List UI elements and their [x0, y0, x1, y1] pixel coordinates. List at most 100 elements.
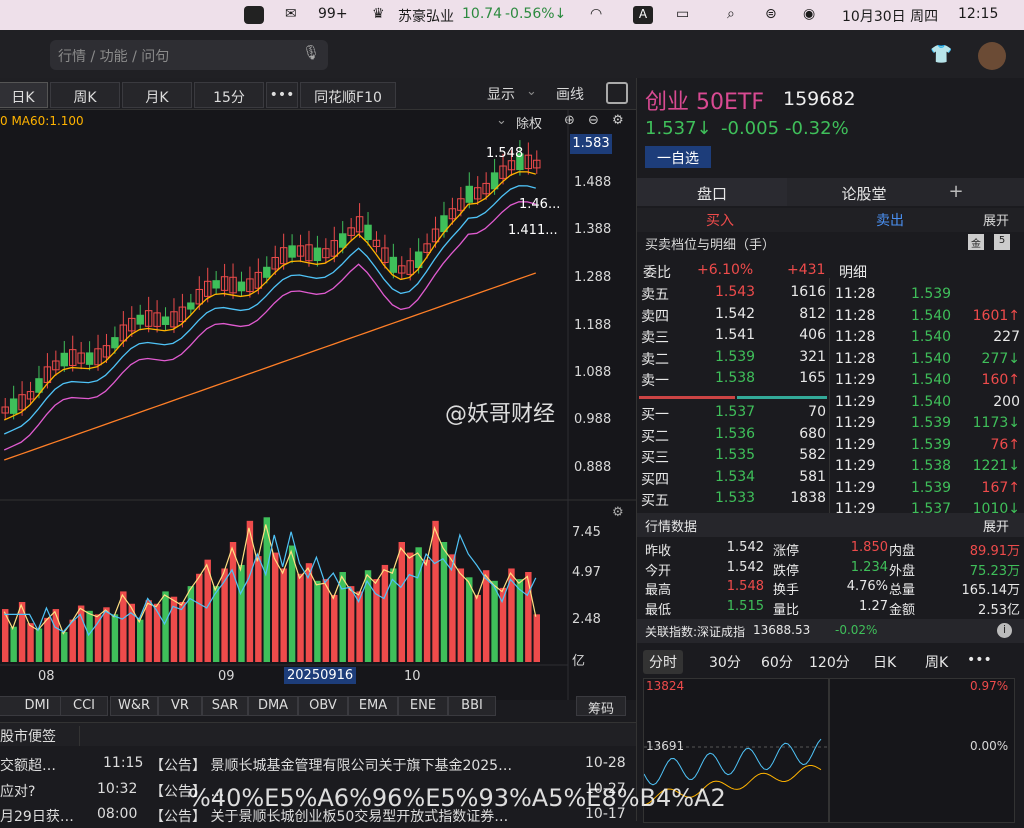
search-icon[interactable]: ⌕: [727, 6, 735, 22]
buy-button[interactable]: 买入: [637, 210, 803, 230]
ask-price: 1.543: [715, 284, 756, 300]
expand-button[interactable]: 展开: [983, 210, 1009, 229]
tab-day-k[interactable]: 日K: [0, 82, 48, 108]
panel-toggle-icon[interactable]: [606, 82, 628, 104]
volume-bar: [415, 547, 422, 662]
gold-toggle[interactable]: 金: [968, 234, 984, 250]
timeframe-tab[interactable]: 日K: [867, 650, 902, 674]
avatar[interactable]: [978, 42, 1006, 70]
bid-volume: 581: [799, 468, 826, 485]
trade-price: 1.539: [911, 286, 952, 302]
timeframe-tab[interactable]: 周K: [919, 650, 954, 674]
info-icon[interactable]: i: [997, 623, 1012, 638]
market-expand-button[interactable]: 展开: [983, 516, 1009, 535]
more-periods-button[interactable]: •••: [266, 82, 298, 108]
indicator-sar[interactable]: SAR: [202, 696, 248, 716]
display-menu[interactable]: 显示: [487, 84, 515, 104]
volume-bar: [18, 602, 26, 662]
timeframe-tab[interactable]: •••: [961, 650, 998, 670]
sell-button[interactable]: 卖出: [807, 210, 973, 230]
volume-bar: [255, 556, 262, 662]
add-watchlist-button[interactable]: 一自选: [645, 146, 711, 168]
levels-toggle[interactable]: 5: [994, 234, 1010, 250]
indicator-wr[interactable]: W&R: [110, 696, 158, 716]
add-tab-button[interactable]: +: [941, 178, 971, 206]
indicator-bbi[interactable]: BBI: [448, 696, 496, 716]
market-cell: 1.548: [726, 579, 764, 594]
chip-distribution-button[interactable]: 筹码: [576, 696, 626, 717]
current-price-tag: 1.583: [570, 134, 612, 154]
wifi-icon[interactable]: ◠: [590, 6, 602, 22]
news-row[interactable]: 交额超… 11:15 【公告】 景顺长城基金管理有限公司关于旗下基金2025… …: [0, 753, 636, 777]
tab-f10[interactable]: 同花顺F10: [300, 82, 396, 108]
ask-level-label: 卖五: [641, 287, 669, 303]
tab-week-k[interactable]: 周K: [50, 82, 120, 108]
price-tick: 1.388: [574, 222, 612, 237]
tab-stock-notes[interactable]: 股市便签: [0, 726, 80, 746]
trade-time: 11:28: [835, 350, 876, 367]
timeframe-tab[interactable]: 120分: [803, 650, 856, 674]
index-bar[interactable]: 关联指数: 深证成指 13688.53 -0.02% i: [637, 619, 1024, 643]
volume-tick: 4.97: [572, 565, 601, 580]
gear-icon[interactable]: ⚙: [612, 505, 624, 520]
microphone-icon[interactable]: 🎙: [302, 45, 320, 61]
indicator-dma[interactable]: DMA: [248, 696, 298, 716]
timeframe-tab[interactable]: 分时: [643, 650, 683, 674]
ask-price: 1.539: [715, 348, 756, 365]
ma60-line: [4, 272, 536, 461]
trade-volume: 160↑: [981, 372, 1020, 388]
indicator-ema[interactable]: EMA: [348, 696, 398, 716]
indicator-obv[interactable]: OBV: [298, 696, 348, 716]
indicator-vr[interactable]: VR: [158, 696, 202, 716]
intraday-chart-right[interactable]: 0.97% 0.00%: [829, 678, 1015, 823]
market-data-title: 行情数据: [645, 520, 698, 535]
app-icon[interactable]: [244, 6, 264, 24]
draw-line-button[interactable]: 画线: [556, 84, 584, 104]
indicator-ene[interactable]: ENE: [398, 696, 448, 716]
market-cell: 75.23万: [969, 563, 1020, 579]
tab-lungutang[interactable]: 论股堂: [789, 178, 939, 206]
ask-volume: 1616: [790, 284, 826, 300]
tab-month-k[interactable]: 月K: [122, 82, 192, 108]
trade-volume: 200: [993, 393, 1020, 410]
trade-time: 11:28: [835, 286, 876, 302]
ticker-price: 10.74: [462, 6, 503, 22]
control-center-icon[interactable]: ⊜: [765, 6, 777, 22]
market-cell: 1.542: [726, 559, 764, 575]
trade-price: 1.539: [911, 436, 952, 453]
volume-bar: [137, 619, 144, 662]
input-method-icon[interactable]: A: [633, 6, 653, 24]
volume-bar: [322, 579, 330, 662]
candle-body: [187, 302, 195, 310]
bottom-watermark: %40%E5%A6%96%E5%93%A5%E8%B4%A2: [188, 784, 726, 812]
trade-volume: 1173↓: [972, 415, 1020, 431]
search-input[interactable]: 行情 / 功能 / 问句 🎙: [50, 40, 328, 70]
volume-bar: [474, 594, 481, 662]
timeframe-tab[interactable]: 60分: [755, 650, 799, 674]
volume-bar: [27, 623, 34, 662]
volume-bar: [525, 572, 532, 662]
timeframe-tab[interactable]: 30分: [703, 650, 747, 674]
tab-pankou[interactable]: 盘口: [637, 178, 787, 206]
indicator-cci[interactable]: CCI: [60, 696, 108, 716]
volume-bar: [423, 559, 431, 662]
tab-15min[interactable]: 15分: [194, 82, 264, 108]
shirt-icon[interactable]: 👕: [930, 44, 952, 65]
date-label: 09: [218, 669, 235, 684]
volume-bar: [212, 586, 220, 662]
ticker-name[interactable]: 苏豪弘业: [398, 6, 454, 26]
bid-level-label: 买五: [641, 493, 669, 510]
chevron-down-icon[interactable]: ⌄: [526, 84, 537, 99]
wechat-icon[interactable]: ✉: [285, 6, 297, 22]
trade-time: 11:29: [835, 501, 876, 517]
stock-ticker-icon: ♛: [372, 6, 385, 22]
market-cell: 量比: [773, 602, 800, 618]
stock-name: 创业 50ETF: [645, 90, 764, 115]
siri-icon[interactable]: ◉: [803, 6, 815, 22]
candle-body: [339, 233, 347, 248]
trade-price: 1.540: [911, 393, 952, 410]
trade-time: 11:28: [835, 329, 876, 345]
market-cell: 89.91万: [969, 544, 1020, 559]
order-book-title: 买卖档位与明细（手）: [645, 238, 776, 253]
volume-bar: [77, 605, 85, 662]
